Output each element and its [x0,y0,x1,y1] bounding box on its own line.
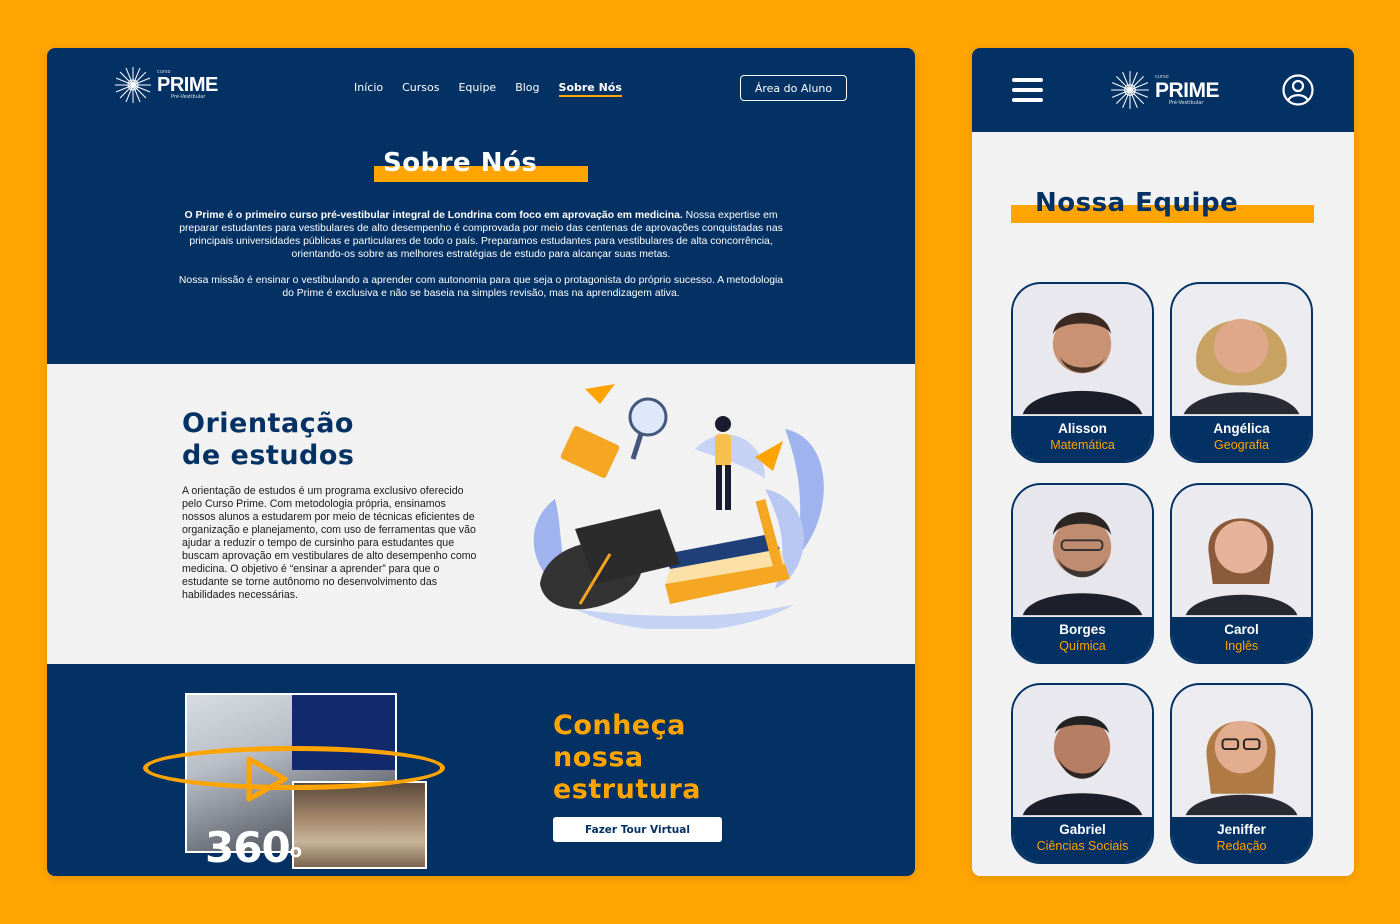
orientation-title: Orientação de estudos [182,408,355,472]
nav-item-equipe[interactable]: Equipe [458,81,496,97]
about-mission: Nossa missão é ensinar o vestibulando a … [178,275,784,299]
mobile-brand-tagline: Pré-Vestibular [1169,99,1204,106]
user-account-icon[interactable] [1282,74,1314,106]
360-badge: 360o [205,827,302,869]
brand-tagline: Pré-Vestibular [171,94,206,100]
member-subject: Redação [1216,839,1267,853]
team-card[interactable]: Gabriel Ciências Sociais [1011,683,1154,864]
member-name: Angélica [1213,421,1270,436]
about-section: curso PRIME Pré-Vestibular Início Cursos… [47,48,915,364]
member-subject: Geografia [1214,438,1269,452]
structure-section: 360o Conheça nossa estrutura Fazer Tour … [47,664,915,876]
starburst-icon [1111,71,1149,109]
member-name: Borges [1059,622,1106,637]
degree-sign: o [289,841,302,862]
mobile-header: curso PRIME Pré-Vestibular [972,48,1354,132]
avatar [1013,686,1152,816]
avatar [1172,686,1311,816]
hamburger-menu-icon[interactable] [1012,78,1043,102]
study-illustration [533,384,824,629]
structure-title-line2: nossa [553,742,644,773]
team-card[interactable]: Angélica Geografia [1170,282,1313,463]
avatar [1013,285,1152,415]
orbit-ring [143,746,445,790]
desktop-mockup: curso PRIME Pré-Vestibular Início Cursos… [47,48,915,876]
team-card[interactable]: Alisson Matemática [1011,282,1154,463]
member-name: Gabriel [1059,822,1106,837]
member-name: Carol [1224,622,1259,637]
brand-small: curso [157,69,171,75]
avatar [1172,486,1311,616]
nav-item-inicio[interactable]: Início [354,81,383,97]
structure-title-line1: Conheça [553,710,686,741]
starburst-icon [115,67,151,103]
brand-logo[interactable]: curso PRIME Pré-Vestibular [113,65,218,105]
student-area-button[interactable]: Área do Aluno [740,75,847,101]
mobile-brand-name: PRIME [1155,78,1220,102]
360-number: 360 [205,823,291,872]
nav-item-sobre-nos[interactable]: Sobre Nós [558,81,622,97]
mobile-brand-small: curso [1155,73,1169,80]
member-name: Alisson [1058,421,1107,436]
team-card[interactable]: Borges Química [1011,483,1154,664]
brand-name: PRIME [157,74,218,96]
member-subject: Ciências Sociais [1036,839,1129,853]
team-card[interactable]: Jeniffer Redação [1170,683,1313,864]
avatar [1172,285,1311,415]
orientation-text: A orientação de estudos é um programa ex… [182,485,477,601]
main-nav: Início Cursos Equipe Blog Sobre Nós [354,81,641,97]
team-title: Nossa Equipe [1035,188,1239,218]
about-title: Sobre Nós [383,148,538,178]
about-text: O Prime é o primeiro curso pré-vestibula… [177,209,785,300]
play-icon[interactable] [245,756,289,802]
avatar [1013,486,1152,616]
nav-item-blog[interactable]: Blog [515,81,539,97]
mobile-mockup: curso PRIME Pré-Vestibular Nossa Equipe … [972,48,1354,876]
orientation-title-line1: Orientação [182,408,354,439]
member-subject: Inglês [1224,639,1259,653]
structure-title-line3: estrutura [553,774,701,805]
about-lead-bold: O Prime é o primeiro curso pré-vestibula… [184,210,683,221]
team-card[interactable]: Carol Inglês [1170,483,1313,664]
nav-item-cursos[interactable]: Cursos [402,81,439,97]
mobile-brand-logo[interactable]: curso PRIME Pré-Vestibular [1109,69,1220,111]
member-subject: Química [1059,639,1106,653]
structure-title: Conheça nossa estrutura [553,710,701,806]
classroom-photo [292,781,427,869]
virtual-tour-button[interactable]: Fazer Tour Virtual [553,817,722,842]
member-subject: Matemática [1050,438,1115,452]
orientation-title-line2: de estudos [182,440,355,471]
orientation-section: Orientação de estudos A orientação de es… [47,364,915,664]
member-name: Jeniffer [1217,822,1266,837]
